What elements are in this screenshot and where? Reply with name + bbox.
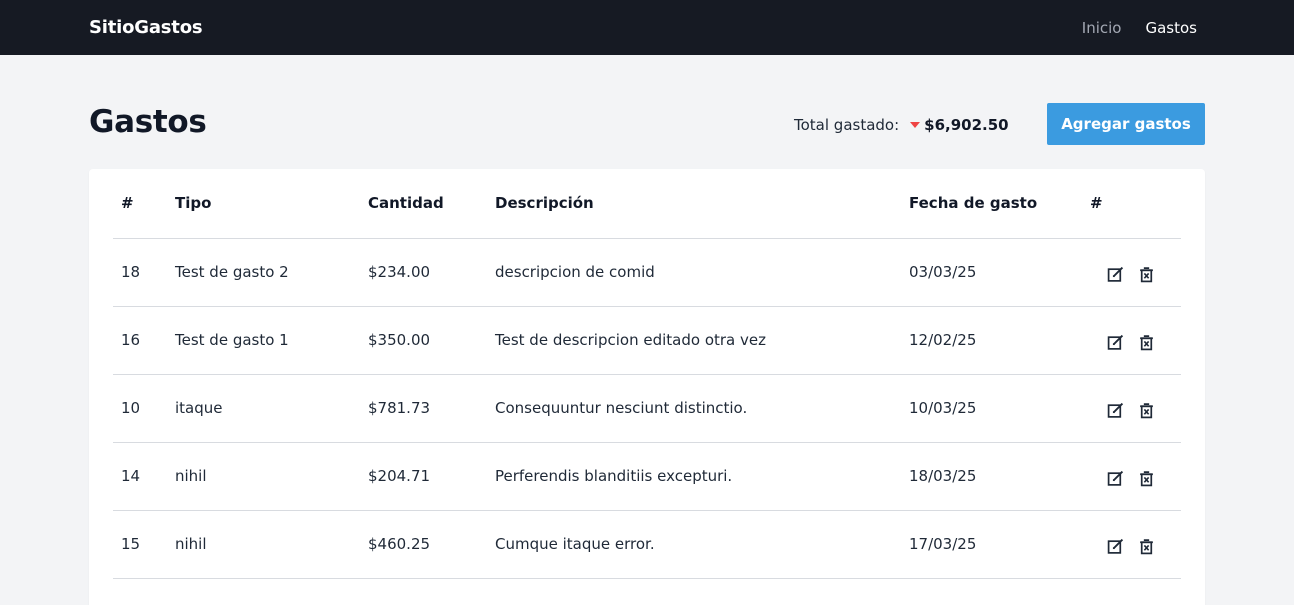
cell-fecha: 17/03/25 xyxy=(909,510,1090,579)
cell-id: 10 xyxy=(113,374,175,443)
column-header-tipo: Tipo xyxy=(175,169,368,239)
delete-icon[interactable] xyxy=(1138,402,1155,419)
cell-tipo: itaque xyxy=(175,374,368,443)
column-header-fecha: Fecha de gasto xyxy=(909,169,1090,239)
cell-tipo: nihil xyxy=(175,510,368,579)
cell-id: 15 xyxy=(113,510,175,579)
cell-tipo: Test de gasto 1 xyxy=(175,306,368,375)
edit-icon[interactable] xyxy=(1107,538,1124,555)
edit-icon[interactable] xyxy=(1107,470,1124,487)
edit-icon[interactable] xyxy=(1107,334,1124,351)
cell-actions xyxy=(1090,238,1181,307)
table-row: 10 itaque $781.73 Consequuntur nesciunt … xyxy=(113,374,1181,443)
column-header-cantidad: Cantidad xyxy=(368,169,495,239)
cell-fecha: 10/03/25 xyxy=(909,374,1090,443)
cell-descripcion: Cumque itaque error. xyxy=(495,510,909,579)
delete-icon[interactable] xyxy=(1138,470,1155,487)
cell-fecha: 12/02/25 xyxy=(909,306,1090,375)
nav-link-inicio[interactable]: Inicio xyxy=(1082,19,1122,37)
cell-descripcion: Consequuntur nesciunt distinctio. xyxy=(495,374,909,443)
cell-tipo: nihil xyxy=(175,442,368,511)
cell-cantidad: $460.25 xyxy=(368,510,495,579)
table-row: 15 nihil $460.25 Cumque itaque error. 17… xyxy=(113,510,1181,579)
column-header-id: # xyxy=(113,169,175,239)
edit-icon[interactable] xyxy=(1107,402,1124,419)
table-header-row: # Tipo Cantidad Descripción Fecha de gas… xyxy=(113,169,1181,239)
cell-descripcion: Test de descripcion editado otra vez xyxy=(495,306,909,375)
cell-fecha: 03/03/25 xyxy=(909,238,1090,307)
cell-id: 16 xyxy=(113,306,175,375)
cell-fecha: 18/03/25 xyxy=(909,442,1090,511)
cell-cantidad: $350.00 xyxy=(368,306,495,375)
cell-actions xyxy=(1090,306,1181,375)
cell-id: 18 xyxy=(113,238,175,307)
cell-actions xyxy=(1090,442,1181,511)
table-row: 14 nihil $204.71 Perferendis blanditiis … xyxy=(113,442,1181,511)
delete-icon[interactable] xyxy=(1138,538,1155,555)
cell-cantidad: $234.00 xyxy=(368,238,495,307)
expenses-table: # Tipo Cantidad Descripción Fecha de gas… xyxy=(113,169,1181,579)
total-spent-label: Total gastado: xyxy=(794,116,900,134)
caret-down-icon xyxy=(910,122,921,128)
delete-icon[interactable] xyxy=(1138,334,1155,351)
top-navbar: SitioGastos Inicio Gastos xyxy=(0,0,1294,55)
nav-link-gastos[interactable]: Gastos xyxy=(1145,19,1197,37)
add-expense-button[interactable]: Agregar gastos xyxy=(1047,103,1205,145)
cell-actions xyxy=(1090,510,1181,579)
table-row: 18 Test de gasto 2 $234.00 descripcion d… xyxy=(113,238,1181,307)
table-row: 16 Test de gasto 1 $350.00 Test de descr… xyxy=(113,306,1181,375)
column-header-descripcion: Descripción xyxy=(495,169,909,239)
cell-descripcion: Perferendis blanditiis excepturi. xyxy=(495,442,909,511)
cell-cantidad: $781.73 xyxy=(368,374,495,443)
cell-tipo: Test de gasto 2 xyxy=(175,238,368,307)
cell-actions xyxy=(1090,374,1181,443)
column-header-acciones: # xyxy=(1090,169,1181,239)
brand-logo[interactable]: SitioGastos xyxy=(89,17,203,38)
edit-icon[interactable] xyxy=(1107,266,1124,283)
cell-descripcion: descripcion de comid xyxy=(495,238,909,307)
nav-links: Inicio Gastos xyxy=(1082,19,1197,37)
cell-id: 14 xyxy=(113,442,175,511)
total-spent-value: $6,902.50 xyxy=(924,116,1009,134)
cell-cantidad: $204.71 xyxy=(368,442,495,511)
expenses-card: # Tipo Cantidad Descripción Fecha de gas… xyxy=(89,169,1205,605)
total-spent: Total gastado: $6,902.50 xyxy=(794,116,1009,134)
page-title: Gastos xyxy=(89,104,207,140)
delete-icon[interactable] xyxy=(1138,266,1155,283)
